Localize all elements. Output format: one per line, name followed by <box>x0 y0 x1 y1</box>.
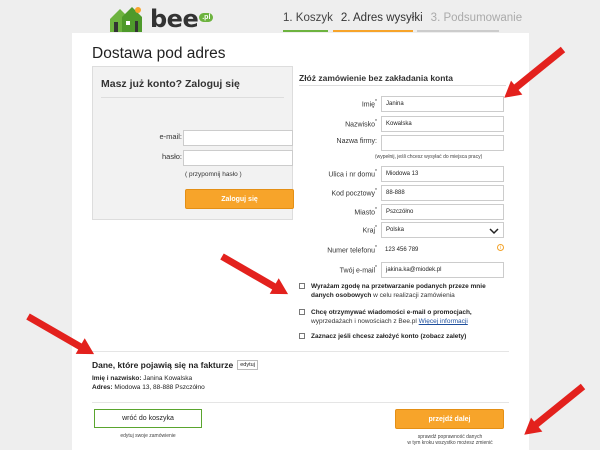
consent-processing[interactable]: Wyrażam zgodę na przetwarzanie podanych … <box>299 282 509 300</box>
login-divider <box>101 97 284 98</box>
step-underline-done <box>283 30 328 32</box>
guest-heading: Złóż zamówienie bez zakładania konta <box>299 73 453 83</box>
consent-processing-text: Wyrażam zgodę na przetwarzanie podanych … <box>311 283 486 299</box>
login-button[interactable]: Zaloguj się <box>185 189 294 209</box>
email-input[interactable]: jakina.ka@miodek.pl <box>381 262 504 278</box>
remind-password-link[interactable]: ( przypomnij hasło ) <box>185 171 242 178</box>
chevron-down-icon <box>489 228 499 235</box>
create-account-text: Zaznacz jeśli chcesz założyć konto (zoba… <box>311 333 467 340</box>
email-row: Twój e-mail* jakina.ka@miodek.pl <box>299 262 504 278</box>
checkout-steps: 1. Koszyk 2. Adres wysyłki 3. Podsumowan… <box>283 12 530 24</box>
login-box: Masz już konto? Zaloguj się e-mail: hasł… <box>92 66 294 220</box>
postcode-row: Kod pocztowy* 88-888 <box>299 185 504 201</box>
checkout-card: Dostawa pod adres Masz już konto? Zalogu… <box>72 33 529 450</box>
city-label: Miasto* <box>354 207 377 217</box>
footer-divider <box>92 402 509 403</box>
next-caption-line-2: w tym kroku wszystko możesz zmienić <box>407 440 493 446</box>
consent-marketing-text: Chcę otrzymywać wiadomości e-mail o prom… <box>311 309 472 325</box>
phone-row: Numer telefonu* 123 456 789 <box>299 242 504 258</box>
more-info-link[interactable]: Więcej informacji <box>419 318 468 325</box>
last-name-input[interactable]: Kowalska <box>381 116 504 132</box>
city-input[interactable]: Pszczółno <box>381 204 504 220</box>
login-email-input[interactable] <box>183 130 293 146</box>
consent-marketing-checkbox[interactable] <box>299 309 305 315</box>
phone-input[interactable]: 123 456 789 <box>381 242 504 258</box>
first-name-input[interactable]: Janina <box>381 96 504 112</box>
company-label: Nazwa firmy: <box>336 138 377 145</box>
next-step-button[interactable]: przejdź dalej <box>395 409 504 429</box>
checkout-page: bee .pl 1. Koszyk 2. Adres wysyłki 3. Po… <box>0 0 600 450</box>
create-account[interactable]: Zaznacz jeśli chcesz założyć konto (zoba… <box>299 332 509 341</box>
street-row: Ulica i nr domu* Miodowa 13 <box>299 166 504 182</box>
city-row: Miasto* Pszczółno <box>299 204 504 220</box>
last-name-row: Nazwisko* Kowalska <box>299 116 504 132</box>
consent-processing-checkbox[interactable] <box>299 283 305 289</box>
last-name-label: Nazwisko* <box>345 119 377 129</box>
phone-info-icon[interactable]: i <box>497 244 504 251</box>
create-account-checkbox[interactable] <box>299 333 305 339</box>
postcode-label: Kod pocztowy* <box>331 188 377 198</box>
page-title: Dostawa pod adres <box>92 45 226 62</box>
step-address: 2. Adres wysyłki <box>340 12 423 24</box>
street-label: Ulica i nr domu* <box>328 169 377 179</box>
first-name-label: Imię* <box>361 99 377 109</box>
company-row: Nazwa firmy: (wypełnij, jeśli chcesz wys… <box>299 135 504 160</box>
guest-divider <box>299 85 506 86</box>
house-logo-icon <box>110 7 142 32</box>
next-caption: sprawdź poprawność danych w tym kroku ws… <box>390 434 510 446</box>
invoice-heading: Dane, które pojawią się na fakturze edyt… <box>92 360 258 370</box>
arrow-annotation-bottom <box>532 383 586 429</box>
login-password-row: hasło: <box>93 150 294 166</box>
phone-label: Numer telefonu* <box>327 245 377 255</box>
first-name-row: Imię* Janina <box>299 96 504 112</box>
invoice-name: Imię i nazwisko: Janina Kowalska <box>92 375 193 382</box>
login-password-input[interactable] <box>183 150 293 166</box>
postcode-input[interactable]: 88-888 <box>381 185 504 201</box>
company-hint: (wypełnij, jeśli chcesz wysyłać do miejs… <box>375 154 483 160</box>
country-row: Kraj* Polska <box>299 222 504 238</box>
login-email-label: e-mail: <box>159 132 182 141</box>
back-to-cart-button[interactable]: wróć do koszyka <box>94 409 202 428</box>
email-label: Twój e-mail* <box>339 265 377 275</box>
section-divider <box>92 351 509 352</box>
step-cart[interactable]: 1. Koszyk <box>283 12 333 24</box>
logo-badge: .pl <box>199 12 214 22</box>
back-caption: edytuj swoje zamówienie <box>120 433 176 439</box>
invoice-edit-button[interactable]: edytuj <box>237 360 258 370</box>
login-password-label: hasło: <box>161 152 182 161</box>
country-value: Polska <box>386 227 405 233</box>
logo-text: bee <box>150 5 199 33</box>
company-input[interactable] <box>381 135 504 151</box>
country-select[interactable]: Polska <box>381 222 504 238</box>
invoice-address: Adres: Miodowa 13, 88-888 Pszczółno <box>92 384 205 391</box>
street-input[interactable]: Miodowa 13 <box>381 166 504 182</box>
login-email-row: e-mail: <box>93 130 294 146</box>
login-heading: Masz już konto? Zaloguj się <box>101 78 240 90</box>
step-underline-active <box>333 30 413 32</box>
consent-marketing[interactable]: Chcę otrzymywać wiadomości e-mail o prom… <box>299 308 509 326</box>
step-summary: 3. Podsumowanie <box>430 12 523 24</box>
step-underline-todo <box>417 30 499 32</box>
invoice-heading-text: Dane, które pojawią się na fakturze <box>92 360 234 370</box>
country-label: Kraj* <box>362 225 377 235</box>
bee-logo[interactable]: bee .pl <box>108 4 214 34</box>
